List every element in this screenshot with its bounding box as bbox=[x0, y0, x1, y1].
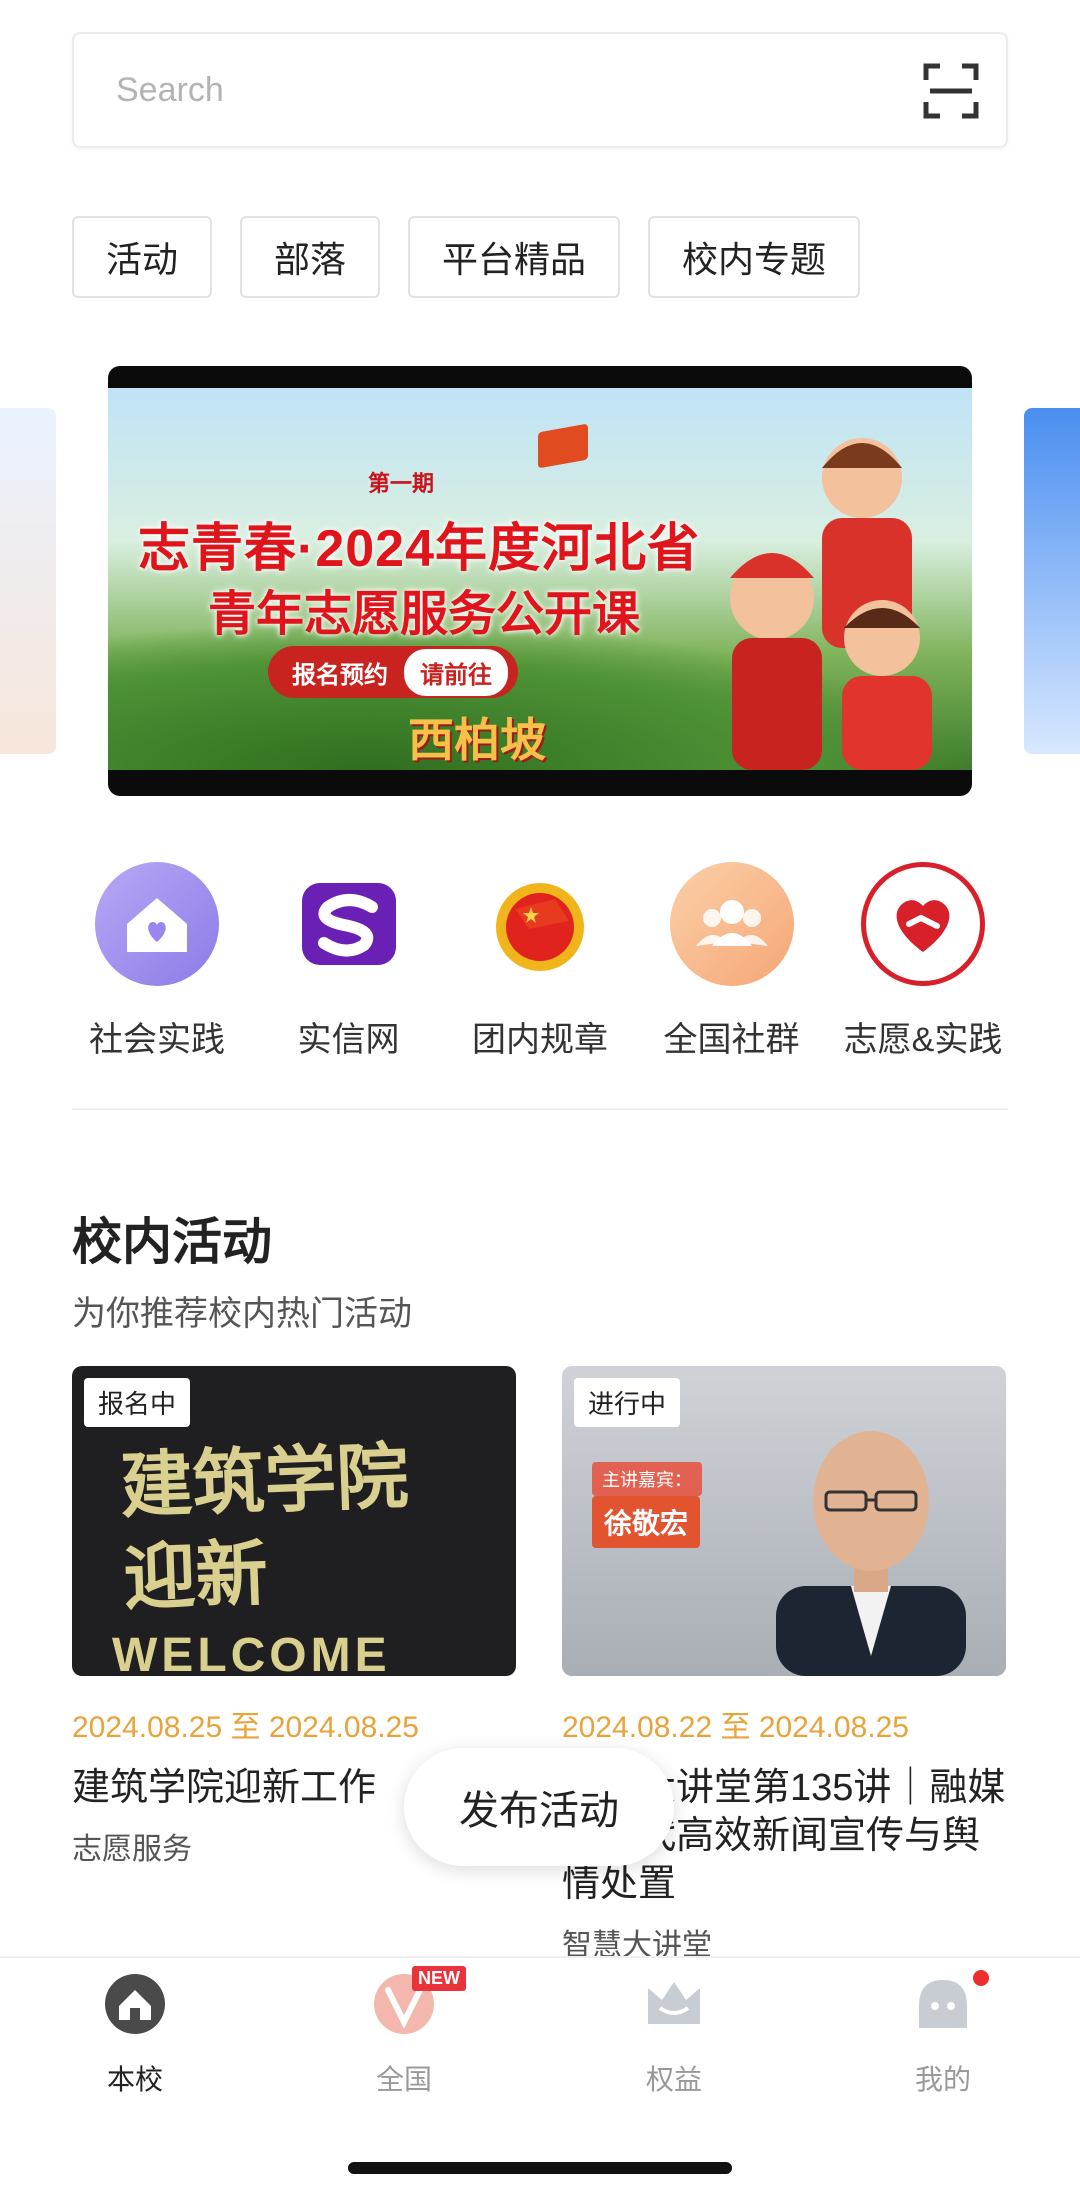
flag-icon bbox=[538, 423, 588, 469]
chip-campus-topics[interactable]: 校内专题 bbox=[648, 216, 861, 298]
category-chips: 活动 部落 平台精品 校内专题 bbox=[72, 216, 861, 298]
quick-link-label: 志愿&实践 bbox=[843, 1021, 1003, 1059]
quick-link-shixin[interactable]: 实信网 bbox=[264, 862, 434, 1061]
section-subtitle: 为你推荐校内热门活动 bbox=[72, 1295, 412, 1333]
tab-label: 本校 bbox=[106, 2064, 163, 2095]
quick-links: 社会实践 实信网 团内规章 全国社群 志愿&实践 bbox=[72, 862, 1008, 1061]
banner-image: 第一期 志青春·2024年度河北省 青年志愿服务公开课 报名预约 请前往 西柏坡 bbox=[108, 388, 972, 770]
tab-national[interactable]: NEW 全国 bbox=[334, 1966, 474, 2098]
tab-home[interactable]: 本校 bbox=[65, 1972, 205, 2098]
chip-activities[interactable]: 活动 bbox=[72, 216, 213, 298]
notification-dot bbox=[973, 1970, 989, 1986]
banner-title-line1: 志青春·2024年度河北省 bbox=[138, 520, 700, 578]
banner-title-line2: 青年志愿服务公开课 bbox=[208, 588, 641, 641]
house-heart-icon bbox=[95, 862, 219, 986]
bottom-tab-bar: 本校 NEW 全国 权益 我的 bbox=[0, 1956, 1080, 2196]
chalk-text: 建筑学院 迎新 bbox=[119, 1431, 413, 1625]
speaker-name: 徐敬宏 bbox=[592, 1496, 701, 1548]
quick-link-volunteer[interactable]: 志愿&实践 bbox=[838, 862, 1008, 1061]
chalk-line: 迎新 bbox=[122, 1533, 270, 1619]
profile-icon bbox=[919, 1980, 967, 2028]
quick-link-label: 实信网 bbox=[297, 1021, 400, 1059]
speaker-label: 主讲嘉宾： bbox=[592, 1462, 702, 1496]
banner-carousel[interactable]: 第一期 志青春·2024年度河北省 青年志愿服务公开课 报名预约 请前往 西柏坡 bbox=[108, 366, 972, 796]
new-badge: NEW bbox=[412, 1966, 466, 1991]
activity-image: 进行中 主讲嘉宾： 徐敬宏 bbox=[562, 1366, 1006, 1676]
activity-image: 建筑学院 迎新 WELCOME 报名中 bbox=[72, 1366, 516, 1676]
quick-link-league-rules[interactable]: 团内规章 bbox=[455, 862, 625, 1061]
banner-signup-button[interactable]: 报名预约 请前往 bbox=[268, 646, 518, 698]
quick-link-social-practice[interactable]: 社会实践 bbox=[72, 862, 242, 1061]
quick-link-national-community[interactable]: 全国社群 bbox=[647, 862, 817, 1061]
s-logo-icon bbox=[286, 862, 411, 986]
league-emblem-icon bbox=[478, 862, 602, 986]
search-input[interactable] bbox=[116, 34, 876, 146]
quick-link-label: 团内规章 bbox=[472, 1021, 608, 1059]
chip-tribes[interactable]: 部落 bbox=[240, 216, 381, 298]
volunteer-heart-icon bbox=[861, 862, 985, 986]
banner-issue: 第一期 bbox=[368, 471, 435, 496]
activity-card[interactable]: 进行中 主讲嘉宾： 徐敬宏 2024.08.22 至 2024.08.25 智慧… bbox=[562, 1366, 1006, 1964]
status-badge: 报名中 bbox=[84, 1378, 191, 1427]
banner-button-sub: 请前往 bbox=[404, 648, 508, 696]
children-illustration bbox=[730, 438, 932, 770]
carousel-prev-slide[interactable] bbox=[0, 408, 56, 754]
tab-label: 全国 bbox=[375, 2064, 432, 2095]
publish-activity-button[interactable]: 发布活动 bbox=[404, 1748, 674, 1866]
activity-date: 2024.08.22 至 2024.08.25 bbox=[562, 1711, 909, 1744]
scan-icon[interactable] bbox=[922, 62, 980, 120]
banner-slogan: 西柏坡 bbox=[408, 714, 546, 766]
quick-link-label: 全国社群 bbox=[663, 1021, 800, 1059]
quick-link-label: 社会实践 bbox=[89, 1021, 225, 1059]
chalk-welcome: WELCOME bbox=[112, 1629, 391, 1676]
chip-featured[interactable]: 平台精品 bbox=[408, 216, 621, 298]
speaker-portrait bbox=[776, 1431, 966, 1676]
activity-date: 2024.08.25 至 2024.08.25 bbox=[72, 1711, 419, 1744]
home-indicator[interactable] bbox=[348, 2162, 732, 2174]
tab-benefits[interactable]: 权益 bbox=[604, 1972, 744, 2098]
search-bar[interactable] bbox=[72, 32, 1008, 148]
crown-icon bbox=[648, 1982, 700, 2024]
tab-label: 我的 bbox=[914, 2064, 971, 2095]
chalk-line: 建筑学院 bbox=[119, 1437, 410, 1528]
tab-label: 权益 bbox=[645, 2064, 702, 2095]
section-title: 校内活动 bbox=[72, 1214, 272, 1270]
section-divider bbox=[72, 1108, 1008, 1110]
status-badge: 进行中 bbox=[574, 1378, 681, 1427]
home-icon bbox=[105, 1974, 165, 2034]
carousel-next-slide[interactable] bbox=[1024, 408, 1080, 754]
tab-mine[interactable]: 我的 bbox=[873, 1970, 1013, 2098]
group-icon bbox=[669, 862, 794, 986]
banner-button-label: 报名预约 bbox=[292, 661, 388, 689]
